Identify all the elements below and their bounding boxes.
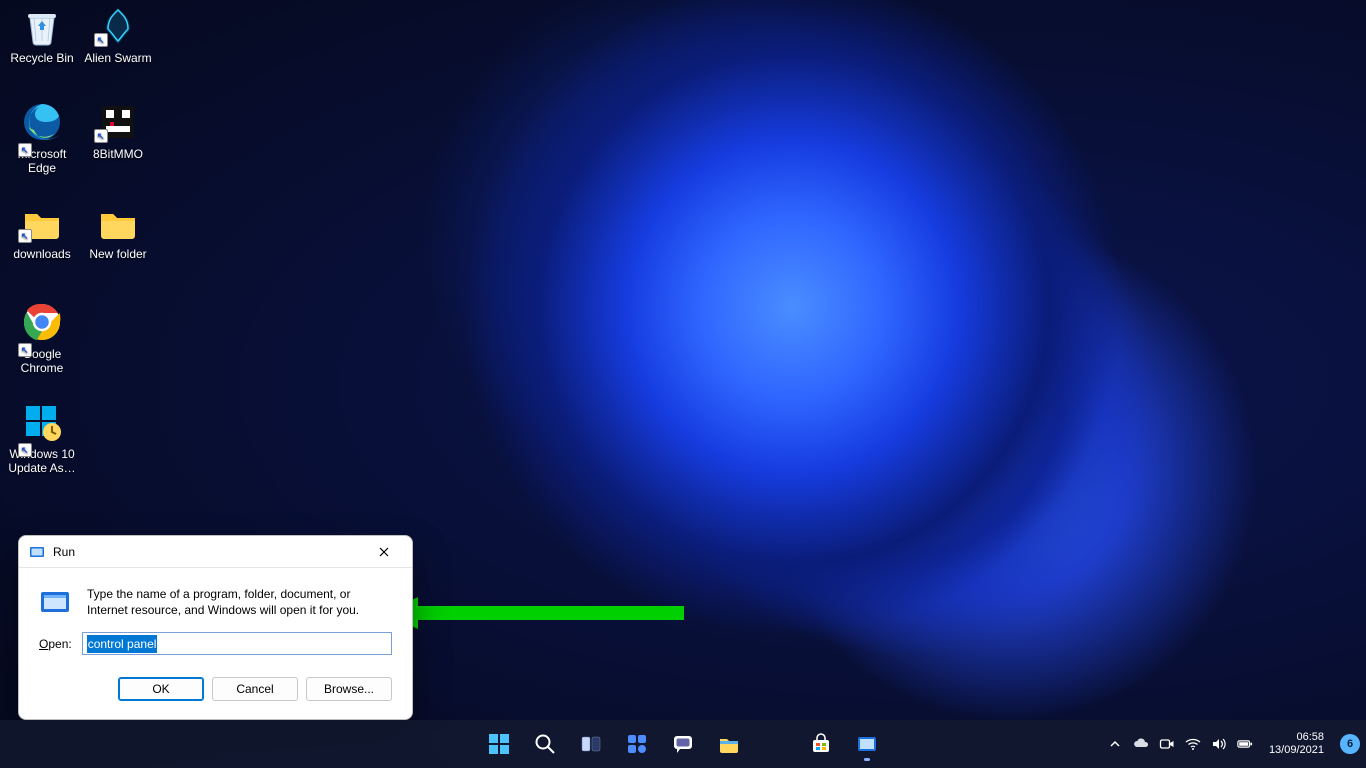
desktop-icon-chrome[interactable]: Google Chrome xyxy=(4,300,80,375)
file-explorer-icon xyxy=(718,733,740,755)
taskbar-center xyxy=(479,724,887,764)
run-app-icon xyxy=(39,586,71,618)
desktop-icon-label: Windows 10 Update As… xyxy=(4,447,80,475)
system-tray xyxy=(1107,736,1253,752)
taskbar: 06:58 13/09/2021 6 xyxy=(0,720,1366,768)
shortcut-overlay-icon xyxy=(18,343,32,357)
run-message: Type the name of a program, folder, docu… xyxy=(87,586,392,618)
desktop-icon-label: New folder xyxy=(80,247,156,261)
taskbar-clock[interactable]: 06:58 13/09/2021 xyxy=(1269,731,1324,757)
open-input[interactable]: control panel xyxy=(82,632,392,655)
chrome-icon xyxy=(20,300,64,344)
desktop-icon-label: Google Chrome xyxy=(4,347,80,375)
run-dialog: Run Type the name of a program, folder, … xyxy=(18,535,413,720)
open-label: Open: xyxy=(39,637,72,651)
desktop-icon-new-folder[interactable]: New folder xyxy=(80,200,156,261)
clock-time: 06:58 xyxy=(1269,731,1324,744)
taskbar-task-view-button[interactable] xyxy=(571,724,611,764)
battery-icon[interactable] xyxy=(1237,736,1253,752)
wifi-icon[interactable] xyxy=(1185,736,1201,752)
start-icon xyxy=(487,732,511,756)
search-icon xyxy=(534,733,556,755)
taskbar-run-button[interactable] xyxy=(847,724,887,764)
desktop-icon-label: Microsoft Edge xyxy=(4,147,80,175)
taskbar-widgets-button[interactable] xyxy=(617,724,657,764)
shortcut-overlay-icon xyxy=(94,33,108,47)
recycle-bin-icon xyxy=(20,4,64,48)
desktop-icon-label: Recycle Bin xyxy=(4,51,80,65)
win10ua-icon xyxy=(20,400,64,444)
volume-icon[interactable] xyxy=(1211,736,1227,752)
task-view-icon xyxy=(580,733,602,755)
meet-now-icon[interactable] xyxy=(1159,736,1175,752)
desktop-icon-win10ua[interactable]: Windows 10 Update As… xyxy=(4,400,80,475)
desktop-icon-label: Alien Swarm xyxy=(80,51,156,65)
edge-icon xyxy=(20,100,64,144)
store-icon xyxy=(810,733,832,755)
onedrive-icon[interactable] xyxy=(1133,736,1149,752)
taskbar-store-button[interactable] xyxy=(801,724,841,764)
tray-chevron-icon[interactable] xyxy=(1107,736,1123,752)
chat-icon xyxy=(672,733,694,755)
desktop-icon-label: downloads xyxy=(4,247,80,261)
taskbar-chat-button[interactable] xyxy=(663,724,703,764)
desktop-icon-downloads[interactable]: downloads xyxy=(4,200,80,261)
open-input-value: control panel xyxy=(87,635,158,653)
desktop-icon-edge[interactable]: Microsoft Edge xyxy=(4,100,80,175)
close-button[interactable] xyxy=(364,538,404,566)
run-titlebar[interactable]: Run xyxy=(19,536,412,568)
run-icon xyxy=(856,733,878,755)
taskbar-start-button[interactable] xyxy=(479,724,519,764)
run-title: Run xyxy=(53,545,364,559)
desktop-icon-label: 8BitMMO xyxy=(80,147,156,161)
taskbar-file-explorer-button[interactable] xyxy=(709,724,749,764)
shortcut-overlay-icon xyxy=(94,129,108,143)
notification-badge[interactable]: 6 xyxy=(1340,734,1360,754)
taskbar-edge-button[interactable] xyxy=(755,724,795,764)
new-folder-icon xyxy=(96,200,140,244)
desktop-icon-8bitmmo[interactable]: 8BitMMO xyxy=(80,100,156,161)
cancel-button[interactable]: Cancel xyxy=(212,677,298,701)
run-icon xyxy=(29,544,45,560)
taskbar-right: 06:58 13/09/2021 6 xyxy=(1107,731,1360,757)
clock-date: 13/09/2021 xyxy=(1269,744,1324,757)
desktop-icon-recycle-bin[interactable]: Recycle Bin xyxy=(4,4,80,65)
shortcut-overlay-icon xyxy=(18,443,32,457)
ok-button[interactable]: OK xyxy=(118,677,204,701)
desktop-icon-alien-swarm[interactable]: Alien Swarm xyxy=(80,4,156,65)
shortcut-overlay-icon xyxy=(18,143,32,157)
widgets-icon xyxy=(626,733,648,755)
browse-button[interactable]: Browse... xyxy=(306,677,392,701)
shortcut-overlay-icon xyxy=(18,229,32,243)
taskbar-search-button[interactable] xyxy=(525,724,565,764)
